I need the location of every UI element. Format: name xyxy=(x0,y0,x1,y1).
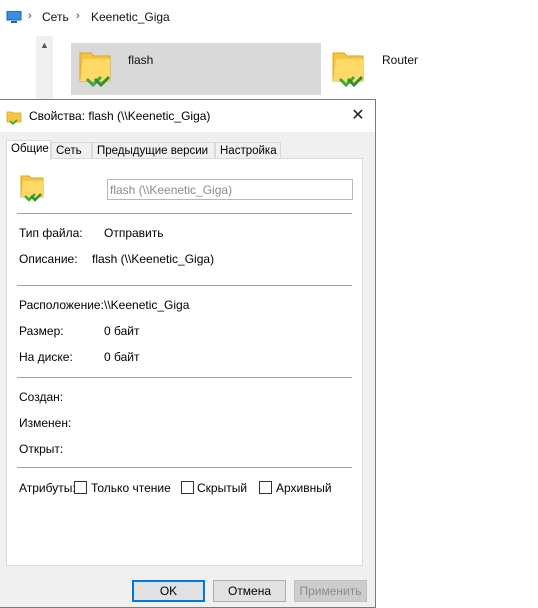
tab-network[interactable]: Сеть xyxy=(51,142,92,159)
size-value: 0 байт xyxy=(104,324,140,338)
size-label: Размер: xyxy=(19,324,64,338)
size-on-disk-value: 0 байт xyxy=(104,350,140,364)
share-tile-flash[interactable]: flash xyxy=(71,43,321,95)
hidden-checkbox[interactable] xyxy=(181,481,194,494)
shared-folder-icon xyxy=(79,52,111,88)
address-bar[interactable]: › Сеть › Keenetic_Giga xyxy=(0,0,538,36)
divider xyxy=(17,377,352,378)
tab-general[interactable]: Общие xyxy=(6,140,51,160)
description-label: Описание: xyxy=(19,252,78,266)
tile-label: Router xyxy=(382,53,419,67)
type-label: Тип файла: xyxy=(19,226,83,240)
ok-button[interactable]: OK xyxy=(132,580,205,602)
archive-checkbox[interactable] xyxy=(259,481,272,494)
apply-button[interactable]: Применить xyxy=(294,580,367,602)
breadcrumb-network[interactable]: Сеть xyxy=(42,10,69,24)
archive-label[interactable]: Архивный xyxy=(276,481,332,495)
divider xyxy=(17,467,352,468)
computer-icon xyxy=(6,11,22,23)
dialog-titlebar[interactable]: Свойства: flash (\\Keenetic_Giga) ✕ xyxy=(0,100,375,132)
shared-folder-icon xyxy=(332,52,364,88)
name-field[interactable]: flash (\\Keenetic_Giga) xyxy=(107,179,353,200)
created-label: Создан: xyxy=(19,390,64,404)
modified-label: Изменен: xyxy=(19,416,72,430)
attributes-label: Атрибуты: xyxy=(19,481,76,495)
size-on-disk-label: На диске: xyxy=(19,350,73,364)
shared-folder-icon xyxy=(20,175,44,202)
properties-dialog: Свойства: flash (\\Keenetic_Giga) ✕ Общи… xyxy=(0,99,376,608)
location-label: Расположение: xyxy=(19,298,104,312)
breadcrumb-chevron-icon: › xyxy=(76,10,80,22)
description-value: flash (\\Keenetic_Giga) xyxy=(92,252,215,266)
scroll-up-icon[interactable]: ▲ xyxy=(36,38,53,52)
accessed-label: Открыт: xyxy=(19,442,64,456)
read-only-checkbox[interactable] xyxy=(74,481,87,494)
general-panel: flash (\\Keenetic_Giga) Тип файла: Отпра… xyxy=(6,158,363,566)
tab-settings[interactable]: Настройка xyxy=(215,142,281,159)
tile-label: flash xyxy=(128,53,154,67)
cancel-button[interactable]: Отмена xyxy=(213,580,286,602)
close-icon[interactable]: ✕ xyxy=(347,105,369,127)
dialog-title: Свойства: flash (\\Keenetic_Giga) xyxy=(29,109,211,123)
shared-folder-icon xyxy=(6,111,22,125)
location-value: \\Keenetic_Giga xyxy=(104,298,190,312)
read-only-label[interactable]: Только чтение xyxy=(91,481,171,495)
type-value: Отправить xyxy=(104,226,164,240)
divider xyxy=(17,213,352,214)
breadcrumb-host[interactable]: Keenetic_Giga xyxy=(91,10,170,24)
share-tile-router[interactable]: Router xyxy=(322,43,522,95)
hidden-label[interactable]: Скрытый xyxy=(197,481,247,495)
breadcrumb-chevron-icon: › xyxy=(28,10,32,22)
tab-previous-versions[interactable]: Предыдущие версии xyxy=(92,142,215,159)
divider xyxy=(17,285,352,286)
